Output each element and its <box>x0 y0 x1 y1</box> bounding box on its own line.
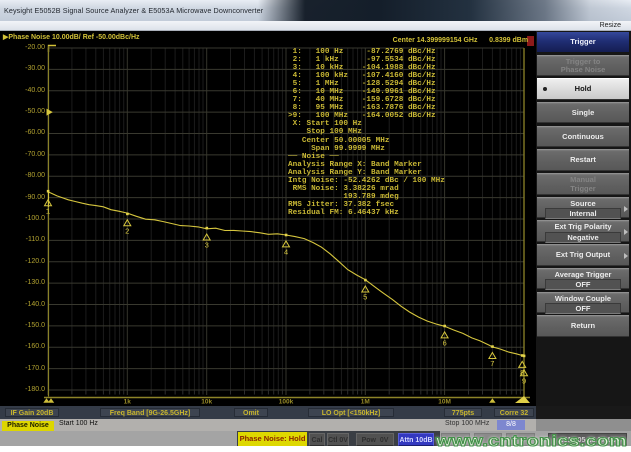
svg-text:1k: 1k <box>124 399 132 406</box>
svg-text:100k: 100k <box>279 399 294 406</box>
svg-text:1M: 1M <box>361 399 370 406</box>
svg-text:1: 1 <box>46 208 51 216</box>
svg-text:5: 5 <box>363 295 368 303</box>
svg-text:10k: 10k <box>201 399 212 406</box>
svg-text:4: 4 <box>284 249 289 257</box>
svg-text:10M: 10M <box>438 399 451 406</box>
svg-text:6: 6 <box>442 340 447 348</box>
svg-text:2: 2 <box>125 228 130 236</box>
svg-text:9: 9 <box>522 378 527 386</box>
svg-text:3: 3 <box>204 243 209 251</box>
svg-text:7: 7 <box>490 361 495 369</box>
